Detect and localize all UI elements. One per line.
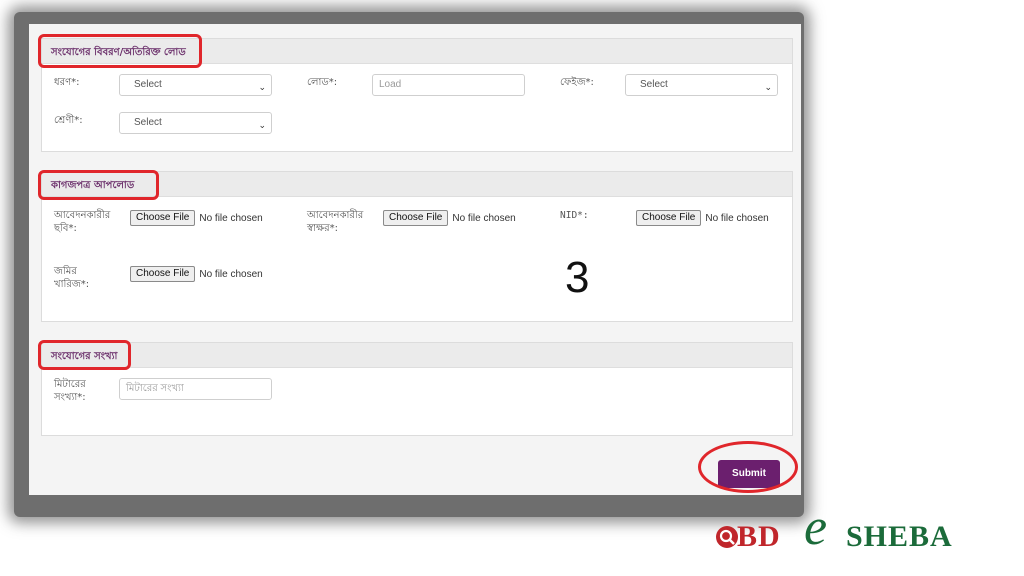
applicant-photo-file: Choose File No file chosen: [130, 210, 263, 226]
connections-title-highlight: [38, 340, 131, 370]
application-form: সংযোগের বিবরণ/অতিরিক্ত লোড ধরণ*: Select …: [29, 24, 801, 495]
connections-count-panel: সংযোগের সংখ্যা মিটারের সংখ্যা*: মিটারের …: [41, 342, 793, 436]
file-status: No file chosen: [199, 268, 263, 280]
submit-highlight: [698, 441, 798, 493]
chevron-down-icon: ⌄: [258, 120, 266, 130]
nid-label: NID*:: [560, 210, 589, 221]
documents-title-highlight: [38, 170, 159, 200]
applicant-photo-label: আবেদনকারীর ছবি*:: [54, 210, 111, 234]
logo-e-text: e: [804, 499, 828, 556]
choose-file-button[interactable]: Choose File: [383, 210, 449, 226]
applicant-signature-label: আবেদনকারীর স্বাক্ষর*:: [307, 210, 364, 234]
choose-file-button[interactable]: Choose File: [130, 266, 196, 282]
category-select-value: Select: [134, 117, 162, 128]
file-status: No file chosen: [705, 212, 769, 224]
phase-label: ফেইজ*:: [560, 77, 594, 88]
applicant-signature-file: Choose File No file chosen: [383, 210, 516, 226]
land-record-label: জমির খারিজ*:: [54, 266, 90, 290]
chevron-down-icon: ⌄: [258, 82, 266, 92]
type-label: ধরণ*:: [54, 77, 80, 88]
load-input[interactable]: Load: [372, 74, 525, 96]
logo-sheba-text: SHEBA: [846, 520, 953, 553]
meter-count-placeholder: মিটারের সংখ্যা: [126, 383, 184, 394]
phase-select[interactable]: Select ⌄: [625, 74, 778, 96]
chevron-down-icon: ⌄: [764, 82, 772, 92]
land-record-file: Choose File No file chosen: [130, 266, 263, 282]
bdesheba-logo: BD e SHEBA: [714, 498, 1014, 564]
choose-file-button[interactable]: Choose File: [130, 210, 196, 226]
step-number: 3: [565, 253, 590, 302]
category-label: শ্রেণী*:: [54, 115, 83, 126]
meter-count-label: মিটারের সংখ্যা*:: [54, 379, 86, 403]
type-select[interactable]: Select ⌄: [119, 74, 272, 96]
load-placeholder: Load: [379, 79, 402, 90]
file-status: No file chosen: [452, 212, 516, 224]
meter-count-input[interactable]: মিটারের সংখ্যা: [119, 378, 272, 400]
load-label: লোড*:: [307, 77, 338, 88]
type-select-value: Select: [134, 79, 162, 90]
details-title-highlight: [38, 34, 202, 68]
logo-bd-text: BD: [737, 520, 781, 553]
choose-file-button[interactable]: Choose File: [636, 210, 702, 226]
file-status: No file chosen: [199, 212, 263, 224]
panel-header: সংযোগের সংখ্যা: [42, 343, 792, 368]
category-select[interactable]: Select ⌄: [119, 112, 272, 134]
nid-file: Choose File No file chosen: [636, 210, 769, 226]
phase-select-value: Select: [640, 79, 668, 90]
